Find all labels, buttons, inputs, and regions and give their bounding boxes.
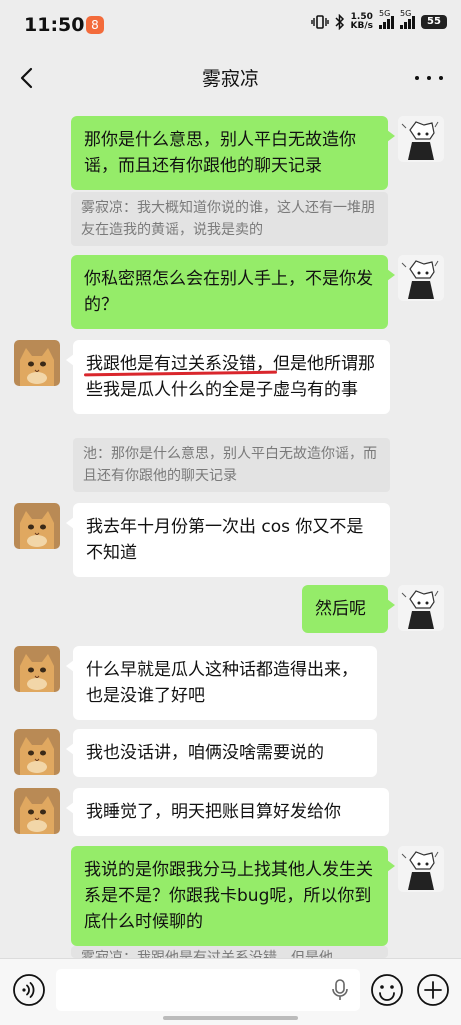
notification-badge: 8 xyxy=(86,16,104,34)
quoted-message[interactable]: 雾寂凉：我跟他是有过关系没错，但是他 xyxy=(71,946,388,958)
my-avatar[interactable] xyxy=(398,116,444,162)
my-avatar[interactable] xyxy=(398,846,444,892)
my-avatar[interactable] xyxy=(398,585,444,631)
status-time: 11:50 xyxy=(24,14,85,36)
message-bubble-received[interactable]: 什么早就是瓜人这种话都造得出来，也是没谁了好吧 xyxy=(66,646,377,720)
input-bar xyxy=(0,958,461,1025)
underlined-text: 我跟他是有过关系没错， xyxy=(86,354,273,374)
message-bubble-sent[interactable]: 我说的是你跟我分马上找其他人发生关系是不是？你跟我卡bug呢，所以你到底什么时候… xyxy=(71,846,395,946)
message-input[interactable] xyxy=(56,969,360,1011)
net-speed: 1.50 KB/s xyxy=(350,12,373,31)
signal-icon-1: 5G xyxy=(379,9,394,29)
message-bubble-sent[interactable]: 然后呢 xyxy=(302,585,395,633)
message-bubble-received[interactable]: 我也没话讲，咱俩没啥需要说的 xyxy=(66,729,377,777)
contact-avatar[interactable] xyxy=(14,729,60,775)
microphone-icon[interactable] xyxy=(332,979,348,1005)
battery-icon: 55 xyxy=(421,15,447,29)
contact-avatar[interactable] xyxy=(14,788,60,834)
quoted-message[interactable]: 雾寂凉：我大概知道你说的谁，这人还有一堆朋友在造我的黄谣，说我是卖的 xyxy=(71,192,388,246)
my-avatar[interactable] xyxy=(398,255,444,301)
chat-title: 雾寂凉 xyxy=(201,68,259,90)
status-bar: 11:50 8 1.50 KB/s 5G 5G 55 xyxy=(0,0,461,48)
message-bubble-received[interactable]: 我睡觉了，明天把账目算好发给你 xyxy=(66,788,389,836)
contact-avatar[interactable] xyxy=(14,503,60,549)
plus-icon[interactable] xyxy=(416,973,450,1007)
voice-icon[interactable] xyxy=(12,973,46,1007)
status-icons: 1.50 KB/s 5G 5G 55 xyxy=(310,9,447,31)
message-bubble-sent[interactable]: 那你是什么意思，别人平白无故造你谣，而且还有你跟他的聊天记录 xyxy=(71,116,395,190)
signal-icon-2: 5G xyxy=(400,9,415,29)
emoji-icon[interactable] xyxy=(370,973,404,1007)
message-bubble-received[interactable]: 我跟他是有过关系没错，但是他所谓那些我是瓜人什么的全是子虚乌有的事 xyxy=(66,340,390,414)
vibrate-icon xyxy=(310,15,329,29)
chat-header: 雾寂凉 xyxy=(0,48,461,108)
more-dots-icon[interactable] xyxy=(415,66,443,90)
home-indicator[interactable] xyxy=(163,1016,298,1020)
quoted-message[interactable]: 池：那你是什么意思，别人平白无故造你谣，而且还有你跟他的聊天记录 xyxy=(73,438,390,492)
contact-avatar[interactable] xyxy=(14,646,60,692)
message-bubble-sent[interactable]: 你私密照怎么会在别人手上，不是你发的？ xyxy=(71,255,395,329)
contact-avatar[interactable] xyxy=(14,340,60,386)
bluetooth-icon xyxy=(334,14,344,30)
message-bubble-received[interactable]: 我去年十月份第一次出 cos 你又不是不知道 xyxy=(66,503,390,577)
